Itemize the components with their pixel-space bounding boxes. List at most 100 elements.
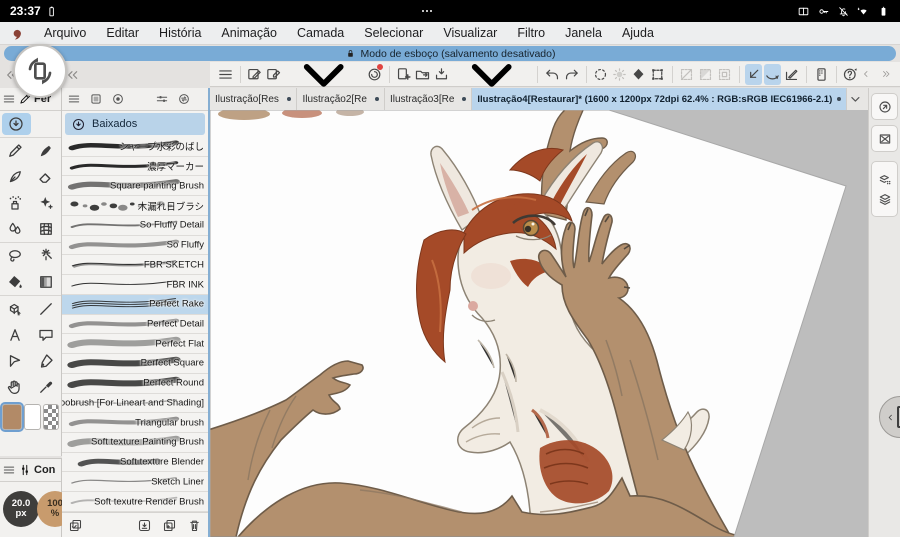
download-button[interactable] bbox=[137, 518, 152, 533]
brush-item[interactable]: Perfect Flat bbox=[62, 334, 208, 355]
brushpen-tool[interactable] bbox=[31, 138, 62, 164]
decoration-tool[interactable] bbox=[31, 190, 62, 216]
fill-button[interactable] bbox=[630, 64, 647, 85]
multiselect-button[interactable] bbox=[68, 518, 83, 533]
brush-item[interactable]: Square painting Brush bbox=[62, 176, 208, 197]
bucket-tool[interactable] bbox=[0, 269, 31, 295]
brush-item[interactable]: Triangular brush bbox=[62, 413, 208, 434]
config-tab-icon[interactable] bbox=[18, 463, 32, 477]
chevrons-right-icon[interactable] bbox=[880, 68, 892, 80]
settings-icon[interactable] bbox=[155, 92, 169, 106]
canvas-viewport[interactable] bbox=[210, 110, 868, 537]
save-export-button[interactable] bbox=[433, 64, 450, 85]
balloon-tool[interactable] bbox=[31, 322, 62, 348]
select-inverse-button[interactable] bbox=[697, 64, 714, 85]
record-icon[interactable] bbox=[111, 92, 125, 106]
redo-button[interactable] bbox=[563, 64, 580, 85]
hamburger-button[interactable] bbox=[217, 64, 234, 85]
menu-item-janela[interactable]: Janela bbox=[556, 24, 611, 42]
canvas-artwork[interactable] bbox=[210, 110, 868, 537]
brush-item[interactable]: FBR INK bbox=[62, 275, 208, 295]
downloaded-brushes-row[interactable]: Baixados bbox=[65, 113, 205, 135]
transparent-swatch[interactable] bbox=[42, 404, 59, 430]
trash-button[interactable] bbox=[187, 518, 202, 533]
polygon-select-tool[interactable] bbox=[0, 348, 31, 374]
menu-item-editar[interactable]: Editar bbox=[97, 24, 148, 42]
background-swatch[interactable] bbox=[23, 404, 41, 430]
brush-item[interactable]: yoobrush [For Lineart and Shading] bbox=[62, 394, 208, 414]
menu-item-arquivo[interactable]: Arquivo bbox=[35, 24, 95, 42]
document-tab-3[interactable]: Ilustração3[Re bbox=[385, 88, 473, 110]
spinner-button[interactable] bbox=[592, 64, 609, 85]
document-tab-2[interactable]: Ilustração2[Re bbox=[297, 88, 385, 110]
line-tool[interactable] bbox=[31, 296, 62, 322]
brush-item[interactable]: 濃厚マーカー bbox=[62, 157, 208, 177]
brush-item[interactable]: Perfect Square bbox=[62, 354, 208, 374]
config-panel-menu-icon[interactable] bbox=[2, 463, 16, 477]
layer-thumb-icon[interactable] bbox=[89, 92, 103, 106]
brush-item[interactable]: シャープ水彩のばし bbox=[62, 137, 208, 157]
brush-item[interactable]: FBR SKETCH bbox=[62, 255, 208, 276]
menu-item-história[interactable]: História bbox=[150, 24, 210, 42]
menu-item-ajuda[interactable]: Ajuda bbox=[613, 24, 663, 42]
inkpen-tool[interactable] bbox=[0, 164, 31, 190]
chevron-down-icon[interactable] bbox=[847, 90, 864, 108]
no-image-button[interactable] bbox=[871, 125, 898, 152]
hamburger-icon[interactable] bbox=[67, 92, 81, 106]
brush-item[interactable]: Perfect Detail bbox=[62, 315, 208, 335]
chevron-left-icon[interactable] bbox=[860, 68, 872, 80]
brush-item[interactable]: Soft texture Blender bbox=[62, 453, 208, 473]
brush-item[interactable]: Perfect Round bbox=[62, 374, 208, 394]
document-tab-4[interactable]: Ilustração4[Restaurar]* (1600 x 1200px 7… bbox=[472, 88, 848, 110]
snap-corner-button[interactable] bbox=[745, 63, 763, 85]
brush-item[interactable]: Perfect Rake bbox=[62, 294, 208, 315]
open-folder-button[interactable] bbox=[414, 64, 431, 85]
brush-item[interactable]: So Fluffy Detail bbox=[62, 216, 208, 236]
airbrush-tool[interactable] bbox=[0, 190, 31, 216]
menu-item-animação[interactable]: Animação bbox=[212, 24, 286, 42]
operation-tool[interactable] bbox=[0, 296, 31, 322]
document-tab-1[interactable]: Ilustração[Res bbox=[210, 88, 298, 110]
help-button[interactable] bbox=[842, 64, 859, 85]
brush-tab-icon[interactable] bbox=[133, 92, 147, 106]
foreground-swatch[interactable] bbox=[0, 402, 24, 432]
snap-curve-button[interactable] bbox=[764, 63, 782, 85]
pen-tool[interactable] bbox=[0, 138, 31, 164]
downloaded-brushes-tool[interactable] bbox=[2, 113, 31, 135]
gradient-tool[interactable] bbox=[31, 269, 62, 295]
brush-item[interactable]: So Fluffy bbox=[62, 236, 208, 256]
gallery-button[interactable] bbox=[366, 63, 383, 85]
transfer-icon[interactable] bbox=[177, 92, 191, 106]
layer-buttons-group[interactable] bbox=[871, 161, 898, 217]
mesh-tool[interactable] bbox=[31, 216, 62, 242]
eyedropper-tool[interactable] bbox=[31, 374, 62, 400]
brush-size-dial[interactable]: 20.0 px bbox=[3, 491, 39, 527]
rotate-canvas-button[interactable] bbox=[13, 44, 67, 98]
transform-button[interactable] bbox=[649, 64, 666, 85]
tool-panel-menu-icon[interactable] bbox=[2, 92, 16, 106]
text-tool[interactable] bbox=[0, 322, 31, 348]
select-rect-button[interactable] bbox=[716, 64, 733, 85]
brush-item[interactable]: 木漏れ日ブラシ bbox=[62, 196, 208, 216]
blend-tool[interactable] bbox=[0, 216, 31, 242]
add-file-button[interactable] bbox=[395, 64, 412, 85]
medibang-logo[interactable] bbox=[8, 25, 25, 42]
brightness-button[interactable] bbox=[611, 64, 628, 85]
snap-angle-button[interactable] bbox=[783, 64, 800, 85]
brush-item[interactable]: Soft texutre Render Brush bbox=[62, 492, 208, 512]
hand-tool[interactable] bbox=[0, 374, 31, 400]
eraser-tool[interactable] bbox=[31, 164, 62, 190]
material-panel-button[interactable] bbox=[813, 64, 830, 85]
brush-item[interactable]: Sketch Liner bbox=[62, 472, 208, 493]
nav-zoom-button[interactable] bbox=[871, 93, 898, 120]
undo-button[interactable] bbox=[544, 64, 561, 85]
export-image-button[interactable] bbox=[265, 64, 282, 85]
brush-item[interactable]: Soft texture Painting Brush bbox=[62, 433, 208, 453]
duplicate-button[interactable] bbox=[162, 518, 177, 533]
new-canvas-button[interactable] bbox=[246, 64, 263, 85]
select-none-button[interactable] bbox=[678, 64, 695, 85]
control-point-tool[interactable] bbox=[31, 348, 62, 374]
magic-wand-tool[interactable] bbox=[31, 243, 62, 269]
menu-item-selecionar[interactable]: Selecionar bbox=[355, 24, 432, 42]
lasso-tool[interactable] bbox=[0, 243, 31, 269]
